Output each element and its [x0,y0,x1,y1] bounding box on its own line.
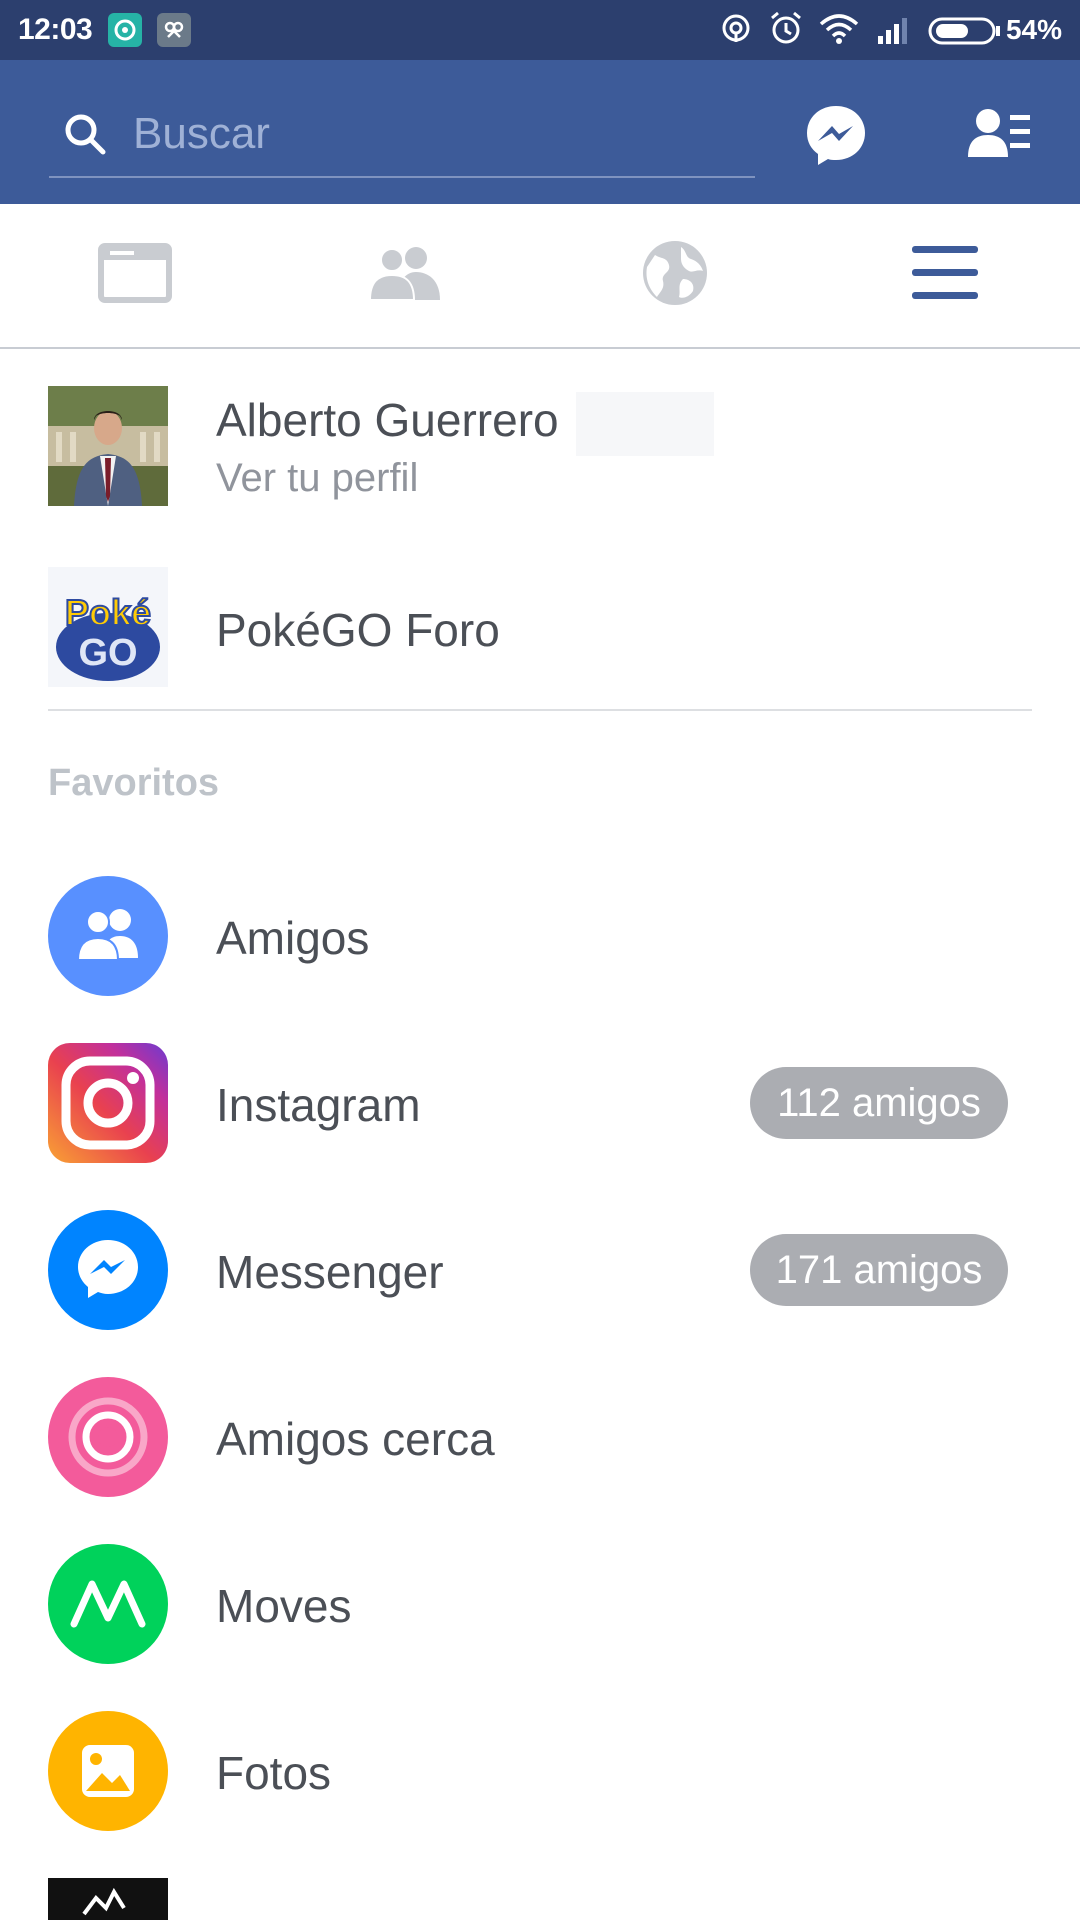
battery-percent: 54% [1005,14,1062,45]
friend-requests-icon[interactable] [966,105,1032,165]
battery-icon [928,10,1002,50]
page-logo-bottom-text: GO [78,632,137,674]
status-time: 12:03 [18,13,93,46]
top-header [0,60,1080,204]
profile-subtitle: Ver tu perfil [216,456,419,500]
notification-app-icon [108,13,142,47]
favorite-label: Instagram [216,1079,421,1131]
favorite-label: Moves [216,1580,352,1632]
search-underline [49,176,755,178]
wifi-icon [818,10,860,50]
favorite-label: Amigos [216,912,370,964]
hotspot-icon [720,10,752,50]
messenger-icon[interactable] [804,103,868,167]
profile-row[interactable]: Alberto Guerrero Ver tu perfil [0,380,1080,520]
photos-icon [48,1711,168,1831]
search-input[interactable] [133,106,733,162]
tab-news-feed[interactable] [0,204,270,347]
favorite-label: Fotos [216,1747,332,1799]
alarm-icon [768,10,804,50]
friends-count-badge: 171 amigos [750,1234,1008,1306]
favorite-item-instagram[interactable]: Instagram 112 amigos [0,1043,1080,1167]
signal-icon [876,10,914,50]
notification-settings-icon [157,13,191,47]
page-logo-top-text: Poké [65,592,151,633]
avatar [48,386,168,506]
app-thumbnail-icon [48,1878,168,1920]
friends-circle-icon [48,876,168,996]
redacted-area [576,392,714,456]
favorite-label: Amigos cerca [216,1413,495,1465]
favorite-item-moves[interactable]: Moves [0,1544,1080,1668]
favorite-item-messenger[interactable]: Messenger 171 amigos [0,1210,1080,1334]
nav-tabs [0,204,1080,349]
page-avatar: Poké GO [48,567,168,687]
favorite-item-amigos-cerca[interactable]: Amigos cerca [0,1377,1080,1501]
globe-icon [641,239,709,312]
friends-icon [368,244,442,307]
page-name: PokéGO Foro [216,604,500,656]
instagram-icon [48,1043,168,1163]
tab-notifications[interactable] [540,204,810,347]
favorite-label: Messenger [216,1246,444,1298]
messenger-circle-icon [48,1210,168,1330]
favorite-item-fotos[interactable]: Fotos [0,1711,1080,1835]
menu-icon [912,246,978,305]
news-feed-icon [98,243,172,308]
status-bar: 12:03 54% [0,0,1080,60]
favorite-item-partial[interactable] [0,1878,1080,1920]
tab-menu[interactable] [810,204,1080,347]
search-icon [63,112,107,161]
search-bar[interactable] [49,90,755,178]
friends-count-badge: 112 amigos [750,1067,1008,1139]
tab-friends[interactable] [270,204,540,347]
favorites-label: Favoritos [48,762,220,804]
section-divider [48,709,1032,711]
page-row[interactable]: Poké GO PokéGO Foro [0,563,1080,693]
profile-name: Alberto Guerrero [216,394,559,446]
moves-icon [48,1544,168,1664]
favorite-item-amigos[interactable]: Amigos [0,876,1080,1000]
nearby-friends-icon [48,1377,168,1497]
